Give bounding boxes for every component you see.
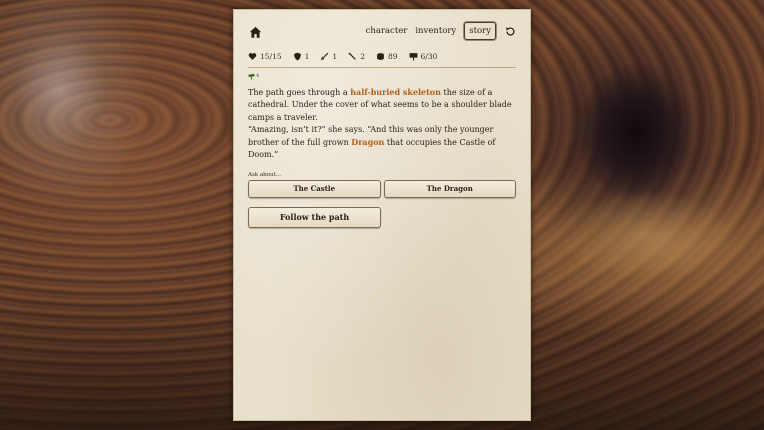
stat-gold: 89 bbox=[376, 52, 398, 61]
home-icon[interactable] bbox=[249, 26, 262, 39]
story-text-segment: The path goes through a bbox=[248, 88, 351, 97]
stat-health-value: 15/15 bbox=[260, 52, 282, 61]
stat-armor: 1 bbox=[293, 52, 310, 61]
stat-gold-value: 89 bbox=[387, 52, 398, 61]
keyword-skeleton[interactable]: half-buried skeleton bbox=[350, 87, 441, 97]
ask-about-label: Ask about... bbox=[248, 171, 281, 178]
ask-dragon-button[interactable]: The Dragon bbox=[383, 179, 516, 198]
ask-options: The Castle The Dragon bbox=[248, 179, 516, 198]
stat-attack: 1 bbox=[320, 52, 337, 61]
story-paragraph: “Amazing, isn’t it?” she says. “And this… bbox=[248, 124, 516, 162]
flag-icon bbox=[409, 53, 417, 61]
cave-light bbox=[560, 190, 740, 280]
status-effect: 4 bbox=[248, 72, 516, 80]
heart-icon bbox=[248, 53, 257, 60]
follow-path-button[interactable]: Follow the path bbox=[248, 206, 381, 228]
wand-icon bbox=[348, 52, 356, 60]
status-effect-value: 4 bbox=[256, 73, 260, 79]
stat-attack-value: 1 bbox=[332, 52, 338, 61]
main-nav: character inventory story bbox=[366, 22, 516, 40]
stat-progress-value: 6/30 bbox=[420, 52, 438, 61]
story-panel: character inventory story 15/15 1 1 2 89… bbox=[233, 9, 531, 421]
stats-bar: 15/15 1 1 2 89 6/30 bbox=[248, 52, 516, 61]
stat-magic-value: 2 bbox=[360, 52, 365, 61]
nav-character[interactable]: character bbox=[366, 26, 408, 36]
top-bar: character inventory story bbox=[248, 18, 516, 44]
stat-health: 15/15 bbox=[248, 52, 282, 61]
nav-story[interactable]: story bbox=[464, 22, 496, 40]
stat-magic: 2 bbox=[348, 52, 365, 61]
ask-castle-button[interactable]: The Castle bbox=[248, 179, 381, 198]
keyword-dragon[interactable]: Dragon bbox=[351, 137, 384, 147]
stats-divider bbox=[248, 67, 516, 68]
story-text: The path goes through a half-buried skel… bbox=[248, 86, 516, 162]
stat-progress: 6/30 bbox=[409, 52, 438, 61]
herb-icon bbox=[248, 73, 255, 80]
sword-icon bbox=[321, 52, 329, 61]
nav-inventory[interactable]: inventory bbox=[415, 26, 456, 36]
coins-icon bbox=[377, 53, 384, 60]
refresh-icon[interactable] bbox=[505, 26, 516, 37]
stat-armor-value: 1 bbox=[304, 52, 310, 61]
shield-icon bbox=[293, 52, 301, 61]
story-paragraph: The path goes through a half-buried skel… bbox=[248, 86, 516, 124]
